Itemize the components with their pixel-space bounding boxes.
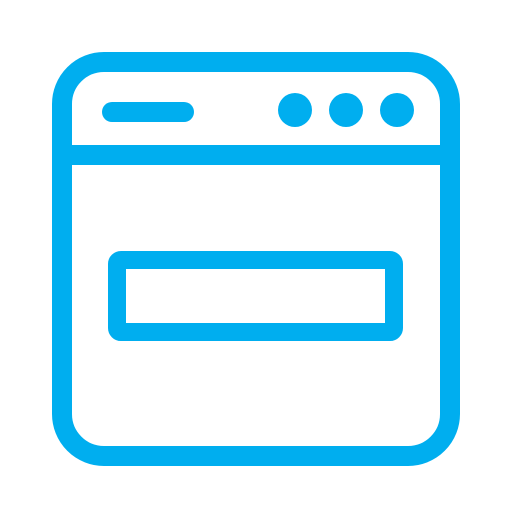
content-bar (108, 251, 403, 341)
window-control-dot-2 (329, 93, 363, 127)
browser-window-icon (0, 0, 512, 512)
browser-window-icon-graphic (52, 52, 460, 466)
window-control-dot-3 (380, 93, 414, 127)
window-control-dot-1 (278, 93, 312, 127)
